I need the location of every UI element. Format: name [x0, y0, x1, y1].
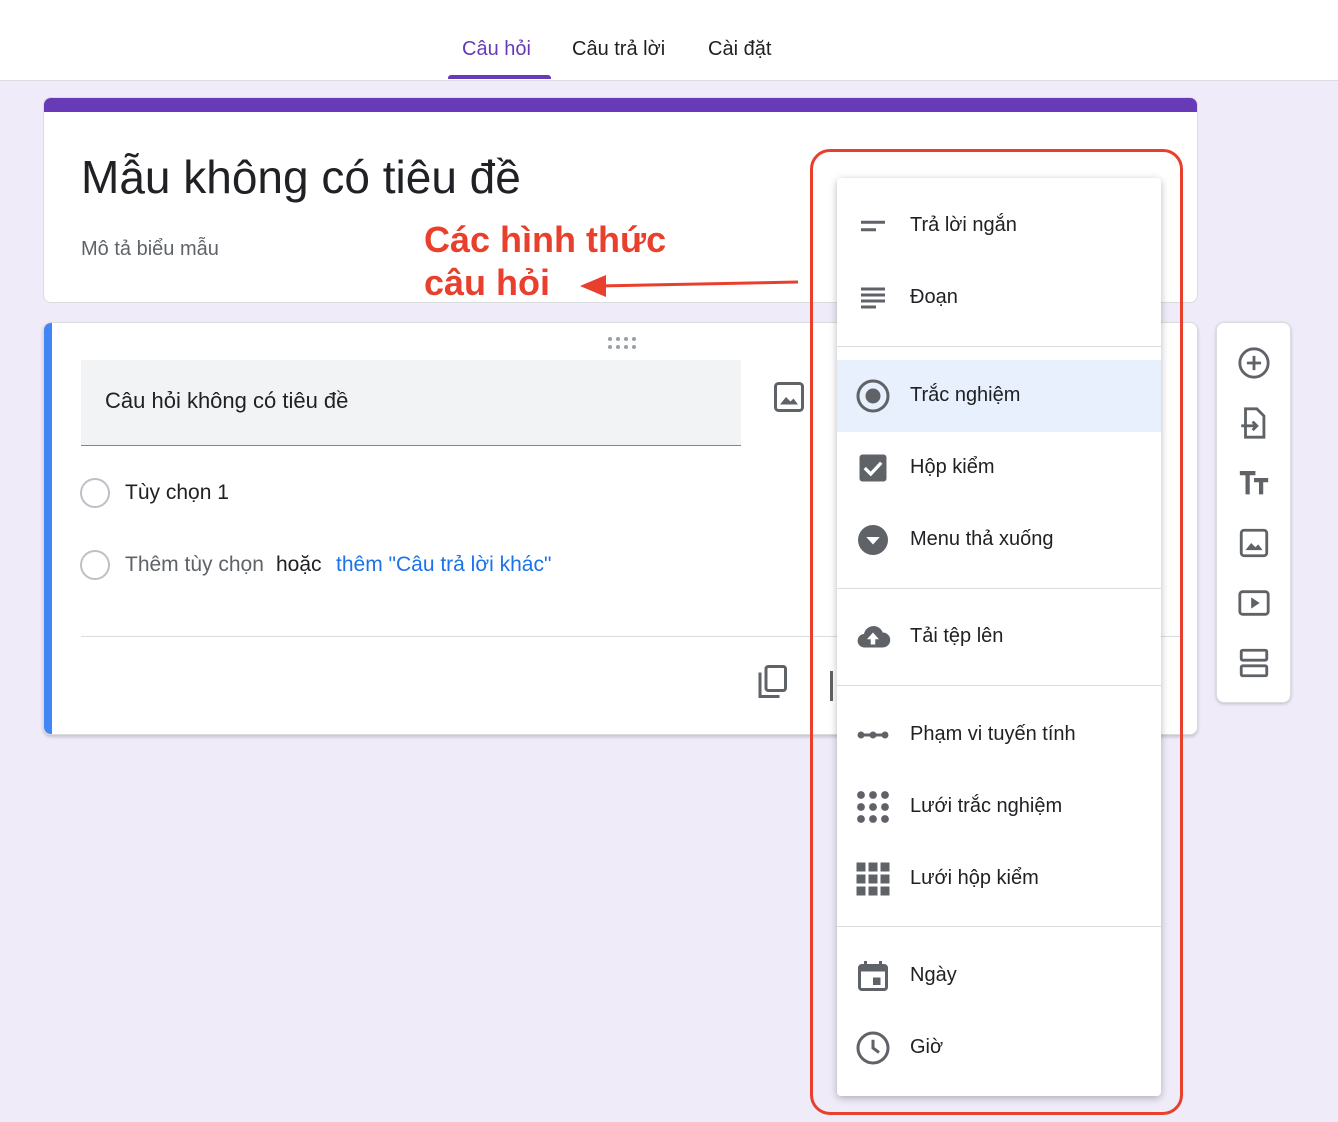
menu-divider: [837, 685, 1161, 686]
menu-item-checkbox-grid[interactable]: Lưới hộp kiểm: [837, 843, 1161, 915]
tab-questions[interactable]: Câu hỏi: [462, 38, 531, 61]
menu-item-label: Lưới trắc nghiệm: [910, 795, 1063, 817]
add-option-link[interactable]: Thêm tùy chọn: [125, 553, 264, 577]
menu-item-dropdown[interactable]: Menu thả xuống: [837, 504, 1161, 576]
question-title-field[interactable]: Câu hỏi không có tiêu đề: [81, 360, 741, 446]
paragraph-icon: [861, 287, 885, 309]
question-title: Câu hỏi không có tiêu đề: [105, 388, 349, 413]
menu-item-label: Hộp kiểm: [910, 456, 995, 478]
dropdown-icon: [858, 525, 888, 555]
menu-item-date[interactable]: Ngày: [837, 940, 1161, 1012]
add-title-icon[interactable]: [1237, 466, 1271, 500]
menu-item-paragraph[interactable]: Đoạn: [837, 262, 1161, 334]
option-1-label[interactable]: Tùy chọn 1: [125, 481, 229, 505]
or-label: hoặc: [276, 553, 322, 576]
add-question-icon[interactable]: [1237, 346, 1271, 380]
tab-responses[interactable]: Câu trả lời: [572, 38, 665, 61]
menu-item-label: Tải tệp lên: [910, 625, 1004, 647]
checkbox-grid-icon: [856, 862, 890, 896]
menu-item-label: Đoạn: [910, 286, 958, 308]
add-other-link[interactable]: thêm "Câu trả lời khác": [336, 553, 551, 577]
radio-icon: [856, 379, 890, 413]
active-tab-indicator: [448, 75, 551, 79]
menu-divider: [837, 926, 1161, 927]
duplicate-icon[interactable]: [754, 663, 790, 703]
menu-item-label: Lưới hộp kiểm: [910, 867, 1039, 889]
menu-item-label: Ngày: [910, 964, 957, 986]
menu-item-multiple-choice-grid[interactable]: Lưới trắc nghiệm: [837, 771, 1161, 843]
add-image-icon[interactable]: [771, 379, 807, 415]
drag-handle-icon[interactable]: [607, 335, 637, 351]
option-radio[interactable]: [80, 478, 110, 508]
add-section-icon[interactable]: [1237, 646, 1271, 680]
menu-item-label: Trả lời ngắn: [910, 214, 1017, 236]
menu-item-label: Giờ: [910, 1036, 944, 1058]
form-description[interactable]: Mô tả biểu mẫu: [81, 238, 219, 261]
radio-grid-icon: [857, 791, 889, 823]
clock-icon: [856, 1031, 890, 1065]
question-type-menu: Trả lời ngắn Đoạn Trắc nghiệm Hộp kiểm M…: [837, 178, 1161, 1096]
menu-divider: [837, 588, 1161, 589]
menu-item-time[interactable]: Giờ: [837, 1012, 1161, 1084]
top-bar: Câu hỏi Câu trả lời Cài đặt: [0, 0, 1338, 81]
form-title[interactable]: Mẫu không có tiêu đề: [81, 150, 521, 204]
tab-settings[interactable]: Cài đặt: [708, 38, 771, 61]
cloud-upload-icon: [857, 626, 891, 648]
menu-item-short-answer[interactable]: Trả lời ngắn: [837, 190, 1161, 262]
menu-item-checkboxes[interactable]: Hộp kiểm: [837, 432, 1161, 504]
import-questions-icon[interactable]: [1237, 406, 1271, 440]
annotation-line-1: Các hình thức: [424, 219, 667, 260]
menu-item-file-upload[interactable]: Tải tệp lên: [837, 601, 1161, 673]
add-option-radio: [80, 550, 110, 580]
menu-item-label: Menu thả xuống: [910, 528, 1054, 550]
linear-scale-icon: [857, 731, 889, 739]
calendar-icon: [858, 961, 888, 991]
menu-item-label: Phạm vi tuyến tính: [910, 723, 1076, 745]
add-video-icon[interactable]: [1237, 586, 1271, 620]
active-question-indicator: [44, 323, 52, 734]
add-image-icon[interactable]: [1237, 526, 1271, 560]
annotation-arrow-icon: [580, 275, 799, 297]
short-answer-icon: [861, 220, 885, 232]
menu-item-label: Trắc nghiệm: [910, 384, 1021, 406]
menu-item-linear-scale[interactable]: Phạm vi tuyến tính: [837, 699, 1161, 771]
side-toolbar: [1216, 322, 1291, 703]
menu-item-multiple-choice[interactable]: Trắc nghiệm: [837, 360, 1161, 432]
checkbox-icon: [859, 454, 887, 482]
menu-divider: [837, 346, 1161, 347]
title-card-accent-bar: [44, 98, 1197, 112]
